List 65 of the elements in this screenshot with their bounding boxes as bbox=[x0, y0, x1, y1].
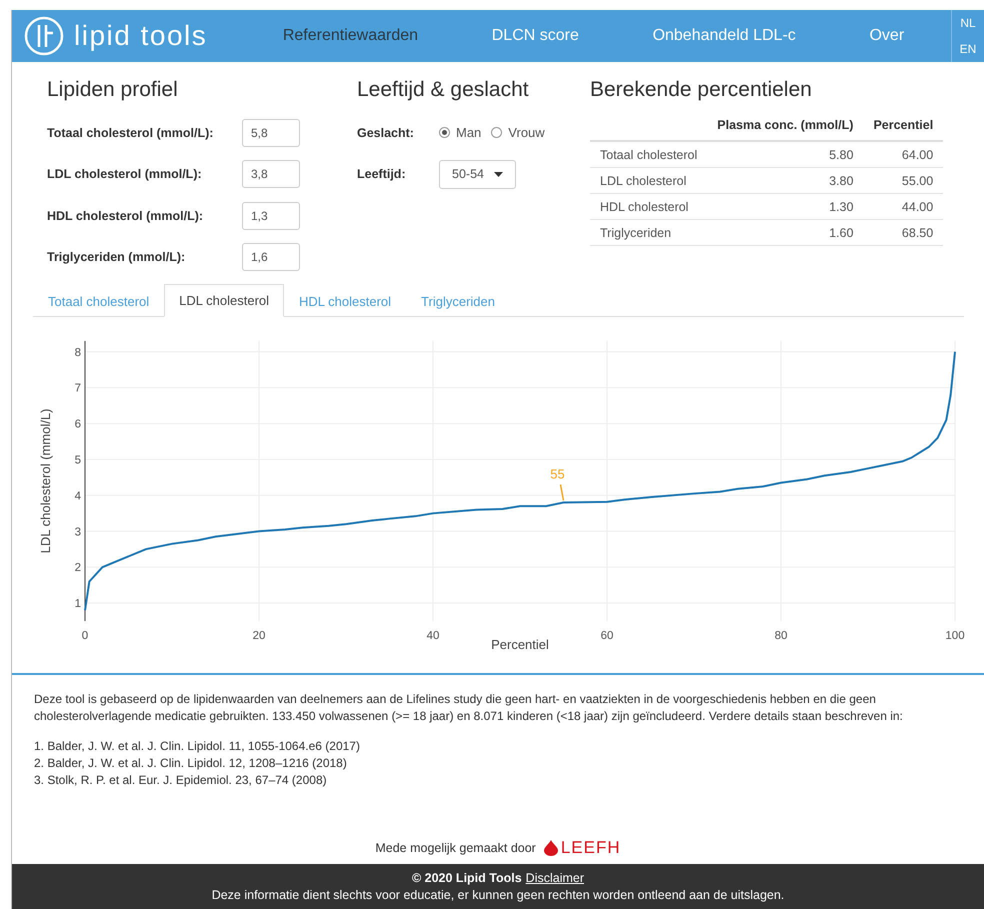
reference-text: 1. Balder, J. W. et al. J. Clin. Lipidol. 11, 1055-1064.e6 (2017) bbox=[34, 738, 361, 755]
axis-tick-label: 0 bbox=[82, 630, 88, 642]
reference-text: 3. Stolk, R. P. et al. Eur. J. Epidemiol. 23, 67–74 (2008) bbox=[34, 772, 328, 789]
annotation-label: 55 bbox=[550, 466, 565, 482]
logo-icon bbox=[24, 16, 64, 56]
table-cell: 5.80 bbox=[707, 141, 864, 168]
section-title: Berekende percentielen bbox=[590, 78, 813, 102]
table-cell: 44.00 bbox=[863, 194, 944, 220]
field-label: Geslacht: bbox=[357, 126, 415, 140]
axis-tick-label: 2 bbox=[74, 562, 81, 574]
logo-text: lipid tools bbox=[74, 20, 208, 52]
axis-tick-label: 7 bbox=[74, 382, 81, 395]
radio-option[interactable]: Man bbox=[439, 125, 482, 140]
axis-tick-label: 40 bbox=[426, 630, 440, 642]
nav-link[interactable]: Referentiewaarden bbox=[282, 27, 418, 45]
sponsor-text: Mede mogelijk gemaakt door bbox=[375, 840, 536, 854]
info-paragraph: Deze tool is gebaseerd op de lipidenwaarden van deelnemers aan de Lifelines study die geen hart- en vaatziekten in de voorgeschiedenis hebben en die geen cholesterolverlagende medicatie gebruikten. 133.450 volwassenen (>= 18 jaar) en 8.071 kinderen (<18 jaar) zijn geïncludeerd. Verdere details staan beschreven in: bbox=[34, 691, 904, 725]
caret-icon bbox=[494, 172, 503, 177]
axis-tick-label: 3 bbox=[74, 526, 81, 538]
field-label: Leeftijd: bbox=[357, 167, 407, 182]
axis-tick-label: 100 bbox=[945, 630, 965, 642]
input-field[interactable]: 3,8 bbox=[242, 160, 300, 188]
axis-tick-label: 8 bbox=[74, 346, 81, 359]
axis-tick-label: 80 bbox=[774, 630, 788, 642]
radio-icon[interactable] bbox=[439, 127, 450, 138]
axis-tick-label: 5 bbox=[74, 454, 81, 466]
field-label: Totaal cholesterol (mmol/L): bbox=[47, 126, 214, 140]
copyright-text: © 2020 Lipid Tools bbox=[412, 871, 522, 885]
radio-option[interactable]: Vrouw bbox=[491, 125, 545, 140]
disclaimer-link[interactable]: Disclaimer bbox=[526, 871, 584, 885]
sponsor-logo-text: LEEFH bbox=[560, 838, 621, 858]
input-field[interactable]: 5,8 bbox=[242, 118, 300, 147]
column-header: Plasma conc. (mmol/L) bbox=[707, 112, 864, 141]
table-cell: 64.00 bbox=[863, 141, 944, 168]
axis-tick-label: 6 bbox=[74, 418, 81, 431]
tab[interactable]: LDL cholesterol bbox=[164, 284, 284, 317]
input-field[interactable]: 1,6 bbox=[242, 243, 300, 272]
table-cell: HDL cholesterol bbox=[590, 194, 708, 220]
table-cell: LDL cholesterol bbox=[590, 168, 708, 194]
axis-tick-label: 20 bbox=[252, 630, 266, 642]
table-cell: Triglyceriden bbox=[590, 220, 708, 246]
axis-tick-label: 1 bbox=[74, 598, 81, 610]
drop-icon bbox=[544, 840, 558, 856]
section-title: Lipiden profiel bbox=[47, 78, 179, 102]
field-label: HDL cholesterol (mmol/L): bbox=[47, 208, 204, 223]
field-label: LDL cholesterol (mmol/L): bbox=[47, 167, 203, 182]
section-title: Leeftijd & geslacht bbox=[357, 78, 530, 102]
radio-icon[interactable] bbox=[491, 127, 502, 138]
table-cell: 1.30 bbox=[707, 194, 864, 220]
age-dropdown[interactable]: 50-54 bbox=[439, 160, 516, 189]
table-cell: 68.50 bbox=[863, 220, 944, 246]
reference-text: 2. Balder, J. W. et al. J. Clin. Lipidol. 12, 1208–1216 (2018) bbox=[34, 755, 348, 772]
axis-tick-label: 4 bbox=[74, 490, 81, 502]
y-axis-title: LDL cholesterol (mmol/L) bbox=[38, 408, 53, 554]
table-cell: Totaal cholesterol bbox=[590, 141, 708, 168]
leader-line bbox=[560, 484, 564, 501]
input-field[interactable]: 1,3 bbox=[242, 202, 300, 230]
table-cell: 3.80 bbox=[707, 168, 864, 194]
axis-tick-label: 60 bbox=[600, 630, 614, 642]
x-axis-title: Percentiel bbox=[491, 637, 549, 652]
footer-note: Deze informatie dient slechts voor educatie, er kunnen geen rechten worden ontleend aan de uitslagen. bbox=[212, 888, 784, 902]
table-cell: 1.60 bbox=[707, 220, 864, 246]
field-label: Triglyceriden (mmol/L): bbox=[47, 250, 186, 264]
table-cell: 55.00 bbox=[863, 168, 944, 194]
column-header: Percentiel bbox=[863, 112, 944, 141]
